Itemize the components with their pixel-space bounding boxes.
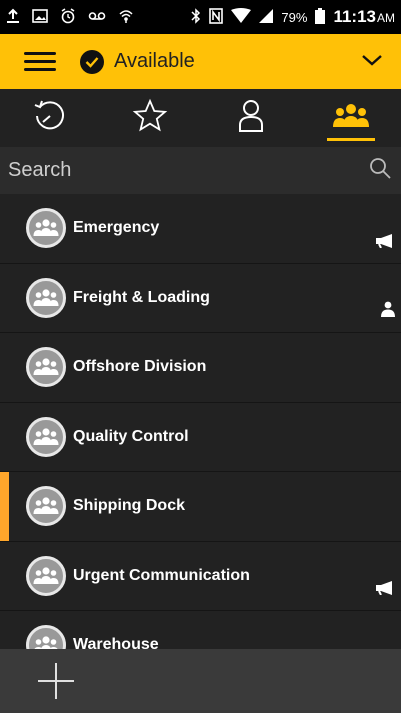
group-name: Urgent Communication: [73, 566, 250, 584]
bluetooth-icon: [191, 7, 201, 27]
megaphone-icon: [375, 233, 395, 253]
image-icon: [32, 8, 48, 27]
alarm-icon: [60, 7, 76, 27]
group-name: Shipping Dock: [73, 497, 185, 515]
clock: 11:13AM: [333, 7, 395, 27]
status-bar: 79% 11:13AM: [0, 0, 401, 34]
list-item[interactable]: Urgent Communication: [0, 542, 401, 611]
group-avatar-icon: [26, 277, 66, 318]
group-avatar-icon: [26, 347, 66, 388]
wifi-signal-icon: [231, 7, 252, 27]
person-icon: [381, 301, 395, 322]
available-check-icon: [80, 49, 104, 74]
group-avatar-icon: [26, 555, 66, 596]
group-list: Emergency Freight & Loading Offshore Divis…: [0, 194, 401, 649]
group-name: Offshore Division: [73, 358, 207, 376]
search-icon[interactable]: [369, 157, 391, 184]
tab-groups[interactable]: [301, 89, 401, 147]
tab-bar: [0, 89, 401, 147]
menu-icon[interactable]: [24, 51, 56, 72]
group-icon: [331, 101, 371, 136]
search-input[interactable]: [6, 158, 369, 183]
star-icon: [132, 98, 168, 139]
bottom-bar: [0, 649, 401, 713]
group-avatar-icon: [26, 208, 66, 249]
group-name: Emergency: [73, 219, 160, 237]
clock-time: 11:13: [333, 7, 376, 26]
upload-icon: [6, 8, 20, 27]
group-avatar-icon: [26, 486, 66, 527]
chevron-down-icon[interactable]: [361, 53, 383, 71]
group-name: Warehouse: [73, 636, 159, 649]
nfc-icon: [209, 7, 224, 27]
group-avatar-icon: [26, 416, 66, 457]
search-bar: [0, 147, 401, 194]
group-avatar-icon: [26, 625, 66, 649]
voicemail-icon: [88, 9, 106, 25]
app-bar: Available: [0, 34, 401, 89]
group-name: Freight & Loading: [73, 288, 210, 306]
tab-contacts[interactable]: [201, 89, 301, 147]
person-icon: [236, 98, 266, 139]
tab-recents[interactable]: [0, 89, 100, 147]
megaphone-icon: [375, 581, 395, 600]
cell-signal-icon: [259, 8, 274, 26]
tab-favorites[interactable]: [100, 89, 200, 147]
list-item[interactable]: Warehouse: [0, 611, 401, 649]
battery-percentage: 79%: [281, 9, 308, 25]
list-item[interactable]: Quality Control: [0, 403, 401, 472]
group-name: Quality Control: [73, 427, 189, 445]
clock-ampm: AM: [377, 11, 395, 25]
availability-status[interactable]: Available: [114, 50, 195, 73]
list-item[interactable]: Shipping Dock: [0, 472, 401, 542]
list-item[interactable]: Emergency: [0, 194, 401, 264]
history-icon: [32, 98, 68, 139]
add-button[interactable]: [38, 663, 74, 699]
wifi-hotspot-icon: [118, 8, 134, 27]
list-item[interactable]: Freight & Loading: [0, 264, 401, 333]
battery-icon: [315, 7, 326, 27]
list-item[interactable]: Offshore Division: [0, 333, 401, 403]
